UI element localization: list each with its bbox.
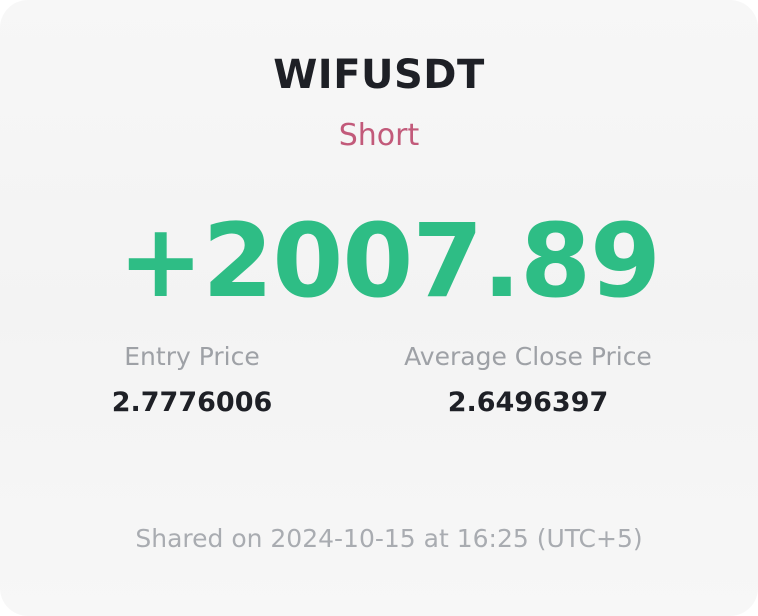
entry-price-label: Entry Price xyxy=(124,342,260,371)
average-close-price-label: Average Close Price xyxy=(404,342,652,371)
trading-pair-title: WIFUSDT xyxy=(273,52,485,98)
pnl-value: +2007.89 xyxy=(117,202,661,321)
position-side-label: Short xyxy=(338,118,420,153)
average-close-price-block: Average Close Price 2.6496397 xyxy=(378,342,678,418)
pnl-share-card: WIFUSDT Short +2007.89 Entry Price 2.777… xyxy=(0,0,758,616)
shared-timestamp: Shared on 2024-10-15 at 16:25 (UTC+5) xyxy=(135,524,643,553)
average-close-price-value: 2.6496397 xyxy=(447,387,609,418)
entry-price-value: 2.7776006 xyxy=(111,387,273,418)
entry-price-block: Entry Price 2.7776006 xyxy=(92,342,292,418)
